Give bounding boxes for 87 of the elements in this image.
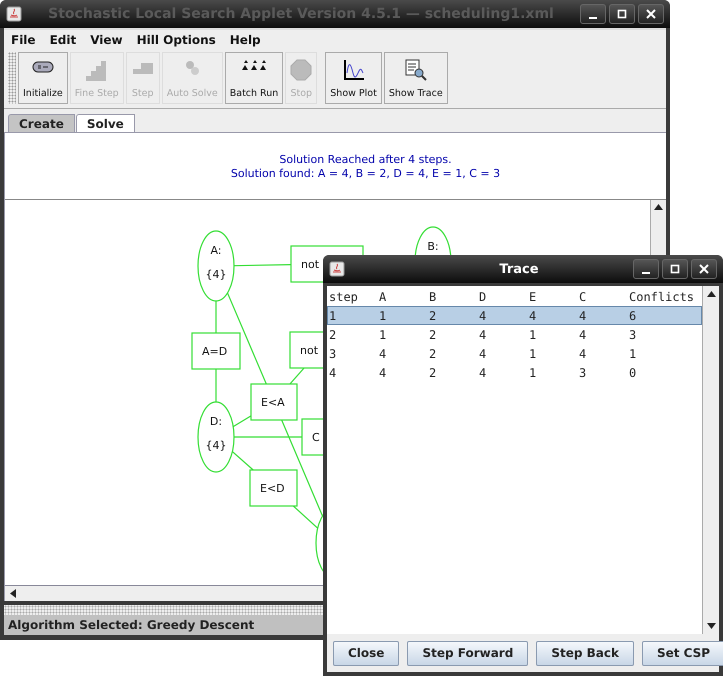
constraint-node[interactable]: E<D [249, 469, 298, 507]
toolbar-button[interactable]: Initialize [18, 52, 68, 104]
tab[interactable]: Create [8, 114, 75, 132]
close-icon [646, 9, 656, 19]
close-button[interactable] [691, 259, 717, 279]
minimize-icon [589, 16, 597, 18]
table-cell-text: 4 [578, 346, 588, 360]
table-cell-text: 1 [528, 366, 538, 380]
table-cell-text: 1 [378, 328, 388, 342]
column-header: A [378, 290, 388, 304]
minimize-button[interactable] [633, 259, 659, 279]
table-cell-text: 4 [378, 366, 388, 380]
table-row[interactable]: 1 1 2 4 4 4 6 [327, 306, 702, 325]
toolbar-button[interactable]: Show Trace [384, 52, 448, 104]
table-cell-text: 1 [378, 308, 388, 322]
constraint-node[interactable]: E<A [250, 383, 298, 421]
constraint-node[interactable]: A=D [191, 332, 241, 370]
variable-node[interactable]: A: {4} [197, 230, 235, 302]
menu-item[interactable]: View [90, 33, 123, 47]
edge-line [232, 415, 252, 428]
toolbar-button[interactable]: Batch Run [224, 52, 284, 104]
toolbar-button[interactable]: Show Plot [325, 52, 382, 104]
edge-line [289, 368, 305, 384]
table-cell-text: 0 [628, 366, 638, 380]
maximize-button[interactable] [662, 259, 688, 279]
table-cell-text: 3 [328, 346, 338, 360]
status-text: Algorithm Selected: Greedy Descent [8, 618, 254, 632]
column-header: C [578, 290, 588, 304]
window-title: Trace [498, 262, 540, 276]
table-cell-text: 4 [478, 346, 488, 360]
table-cell-text: 4 [578, 328, 588, 342]
edge-line [232, 451, 254, 470]
menu-item[interactable]: Help [230, 33, 261, 47]
column-header: E [528, 290, 538, 304]
app-icon [6, 6, 22, 22]
table-cell-text: 2 [428, 308, 438, 322]
solution-message: Solution Reached after 4 steps. [279, 152, 452, 166]
table-cell-text: 4 [378, 346, 388, 360]
minimize-icon [642, 272, 650, 274]
vertical-scrollbar[interactable] [702, 286, 719, 634]
close-icon [699, 264, 709, 274]
table-cell-text: 2 [428, 328, 438, 342]
table-cell-text: 3 [628, 328, 638, 342]
down-arrow-icon [706, 623, 716, 629]
table-cell-text: 1 [628, 346, 638, 360]
dialog-button[interactable]: Step Back [536, 640, 634, 666]
pill-icon [30, 59, 55, 75]
maximize-button[interactable] [609, 4, 635, 24]
edge-line [215, 301, 217, 333]
menu-item[interactable]: Hill Options [136, 33, 216, 47]
edge-line [215, 369, 217, 402]
dialog-button[interactable]: Step Forward [407, 640, 528, 666]
table-cell-text: 2 [428, 366, 438, 380]
variable-node[interactable]: D: {4} [197, 401, 235, 473]
close-button[interactable] [638, 4, 664, 24]
toolbar-grip[interactable] [8, 52, 16, 104]
column-header: B [428, 290, 438, 304]
table-cell-text: 1 [528, 346, 538, 360]
stop-icon [290, 59, 312, 81]
table-cell-text: 1 [528, 328, 538, 342]
table-cell-text: 1 [328, 308, 338, 322]
table-cell-text: 4 [478, 328, 488, 342]
column-header: step [328, 290, 359, 304]
up-arrow-icon [706, 291, 716, 297]
maximize-icon [670, 264, 680, 274]
table-cell-text: 4 [478, 366, 488, 380]
menu-item[interactable]: Edit [50, 33, 76, 47]
column-header: Conflicts [628, 290, 696, 304]
table-cell-text: 2 [428, 346, 438, 360]
app-icon [329, 261, 345, 277]
table-cell-text: 3 [578, 366, 588, 380]
table-cell-text: 6 [628, 308, 638, 322]
menu-item[interactable]: File [11, 33, 36, 47]
maximize-icon [617, 9, 627, 19]
solution-message: Solution found: A = 4, B = 2, D = 4, E = 1, C = 3 [230, 166, 500, 180]
table-cell-text: 4 [528, 308, 538, 322]
dialog-button[interactable]: Close [333, 640, 400, 666]
column-header: D [478, 290, 488, 304]
table-cell-text: 4 [578, 308, 588, 322]
up-arrow-icon [654, 204, 663, 210]
minimize-button[interactable] [580, 4, 606, 24]
dialog-button[interactable]: Set CSP [642, 640, 723, 666]
magnifier-document-icon [404, 59, 427, 81]
plot-icon [342, 59, 365, 81]
table-cell-text: 4 [478, 308, 488, 322]
tab[interactable]: Solve [76, 114, 135, 132]
left-arrow-icon [10, 589, 16, 598]
